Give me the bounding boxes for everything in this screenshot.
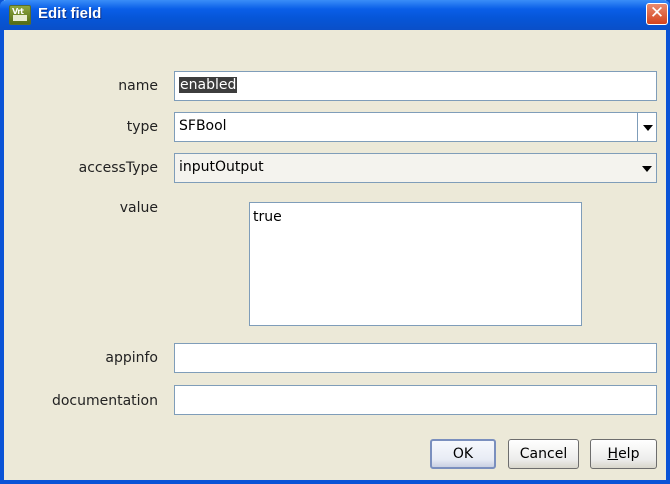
appinfo-label: appinfo <box>105 350 158 366</box>
name-label: name <box>118 78 158 94</box>
chevron-down-icon[interactable] <box>637 113 656 141</box>
type-select[interactable]: SFBool <box>174 112 657 142</box>
dialog-title: Edit field <box>38 5 102 22</box>
documentation-field[interactable] <box>174 385 657 415</box>
help-label-rest: elp <box>618 446 640 462</box>
title-bar[interactable]: Vrt Edit field ✕ <box>0 0 670 30</box>
access-type-select[interactable]: inputOutput <box>174 153 657 183</box>
cancel-button[interactable]: Cancel <box>508 439 579 469</box>
app-icon: Vrt <box>9 5 31 25</box>
value-label: value <box>119 200 158 216</box>
close-icon[interactable]: ✕ <box>646 3 668 25</box>
help-mnemonic: H <box>607 446 619 462</box>
ok-button[interactable]: OK <box>430 439 496 469</box>
appinfo-field[interactable] <box>174 343 657 373</box>
help-button[interactable]: Help <box>590 439 657 469</box>
chevron-down-icon[interactable] <box>637 154 656 182</box>
access-type-value: inputOutput <box>179 159 264 175</box>
value-textarea[interactable]: true <box>249 202 582 326</box>
access-type-label: accessType <box>78 160 158 176</box>
type-label: type <box>126 119 158 135</box>
name-value: enabled <box>179 77 238 93</box>
value-text: true <box>253 209 282 225</box>
name-field[interactable]: enabled <box>174 71 657 101</box>
type-value: SFBool <box>179 118 227 134</box>
documentation-label: documentation <box>51 393 158 409</box>
